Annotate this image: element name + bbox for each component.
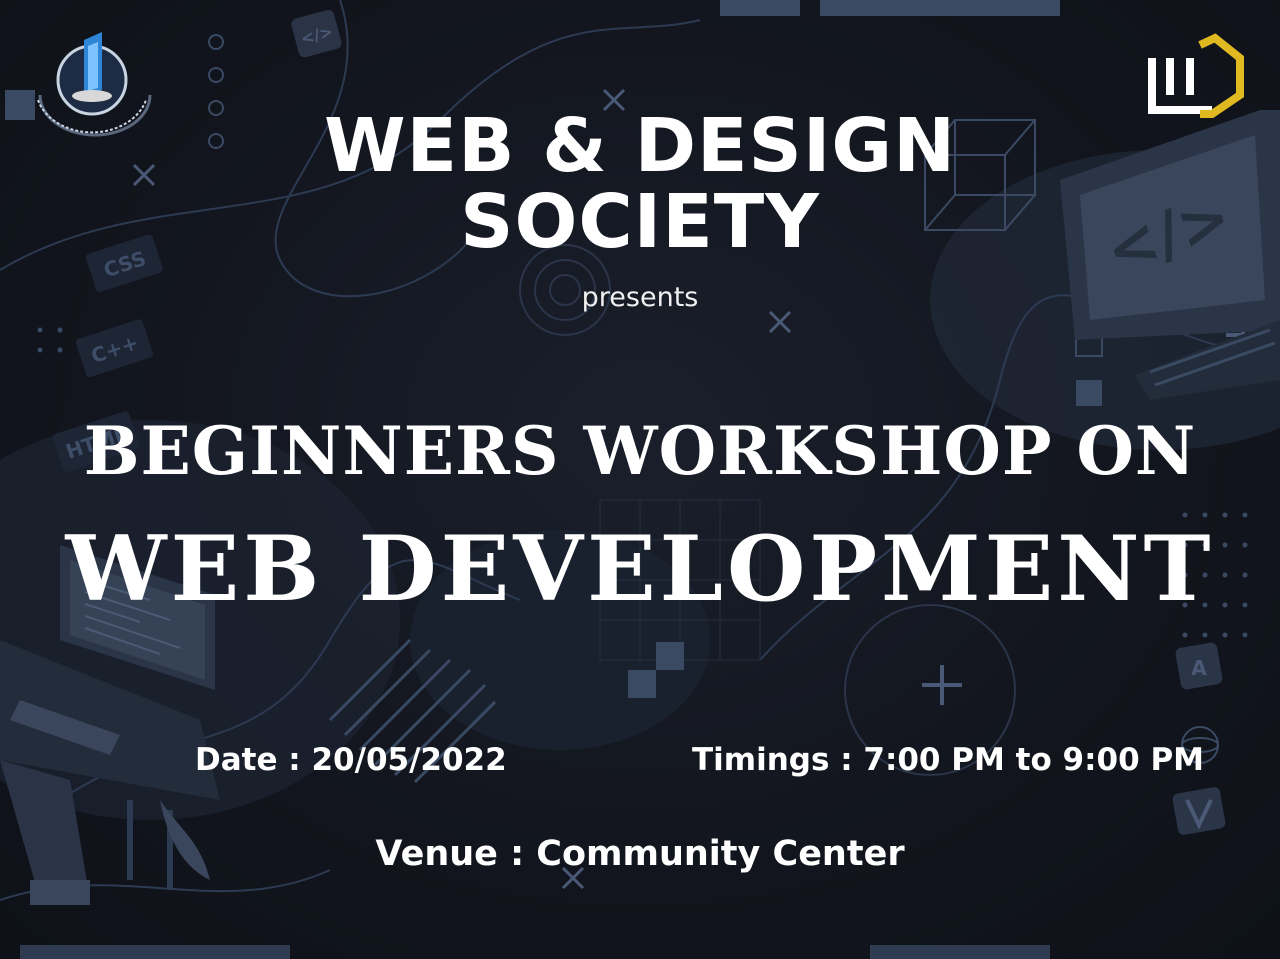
event-poster: CSS C++ HTML </> </> A WEB & DESIGN SOCI… xyxy=(0,0,1280,959)
workshop-headline: BEGINNERS WORKSHOP ON xyxy=(83,412,1197,490)
event-venue: Venue : Community Center xyxy=(375,834,905,874)
bg-bottom-bars xyxy=(20,945,1050,959)
society-title-line-2: SOCIETY xyxy=(460,179,820,265)
framework-icons: A xyxy=(1172,642,1226,835)
society-title: WEB & DESIGN SOCIETY xyxy=(0,108,1280,260)
svg-text:A: A xyxy=(1191,656,1207,680)
society-title-line-1: WEB & DESIGN xyxy=(323,103,957,189)
workshop-topic: WEB DEVELOPMENT xyxy=(65,516,1215,622)
code-chip-icon: </> xyxy=(291,9,342,58)
society-logo xyxy=(1148,33,1244,118)
event-timings: Timings : 7:00 PM to 9:00 PM xyxy=(692,742,1205,778)
presents-text: presents xyxy=(581,282,699,313)
cpp-tag-badge: C++ xyxy=(76,319,153,378)
event-date: Date : 20/05/2022 xyxy=(195,742,507,778)
